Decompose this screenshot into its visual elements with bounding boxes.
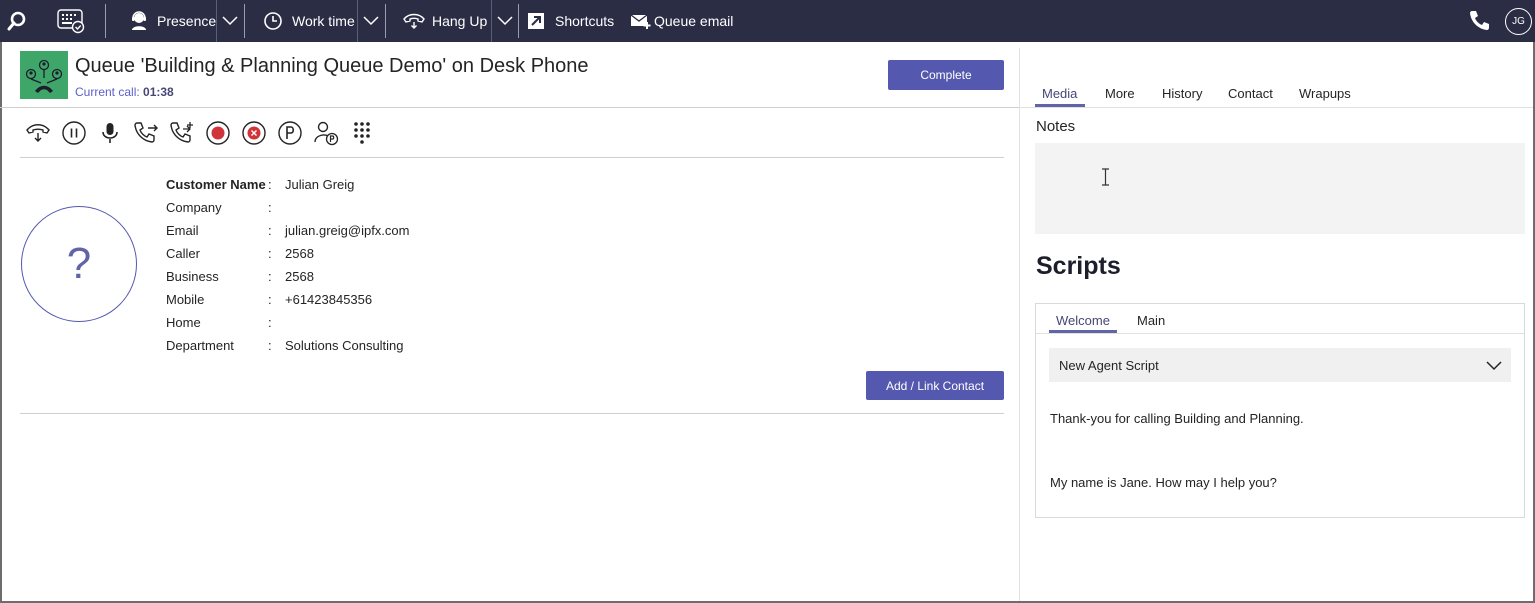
hangup-dropdown-chevron-icon[interactable] bbox=[491, 0, 517, 42]
field-separator: : bbox=[268, 223, 272, 238]
chevron-down-icon bbox=[1486, 359, 1502, 374]
field-value[interactable]: 2568 bbox=[285, 269, 314, 284]
field-value[interactable]: julian.greig@ipfx.com bbox=[285, 223, 409, 238]
tab-main[interactable]: Main bbox=[1137, 313, 1165, 328]
field-label: Department bbox=[166, 338, 234, 353]
presence-button[interactable]: Presence bbox=[130, 0, 216, 42]
field-value: Solutions Consulting bbox=[285, 338, 404, 353]
panel-divider bbox=[1019, 48, 1020, 601]
tab-history[interactable]: History bbox=[1162, 86, 1202, 101]
field-label: Caller bbox=[166, 246, 200, 261]
toolbar-divider bbox=[385, 4, 386, 38]
microphone-icon[interactable] bbox=[97, 120, 123, 146]
worktime-dropdown-chevron-icon[interactable] bbox=[357, 0, 383, 42]
phone-icon[interactable] bbox=[1467, 0, 1491, 42]
transfer-call-icon[interactable] bbox=[133, 120, 159, 146]
shortcuts-label: Shortcuts bbox=[555, 13, 615, 29]
field-separator: : bbox=[268, 246, 272, 261]
user-avatar[interactable]: JG bbox=[1505, 8, 1532, 35]
toolbar-divider bbox=[105, 4, 106, 38]
hold-icon[interactable] bbox=[61, 120, 87, 146]
script-select[interactable]: New Agent Script bbox=[1049, 348, 1511, 382]
worktime-label: Work time bbox=[292, 13, 355, 29]
presence-icon bbox=[130, 11, 148, 31]
scripts-title: Scripts bbox=[1036, 252, 1121, 280]
queue-email-label: Queue email bbox=[654, 13, 734, 29]
field-label: Home bbox=[166, 315, 201, 330]
current-call-line: Current call: 01:38 bbox=[75, 85, 174, 99]
dialpad-icon[interactable] bbox=[349, 120, 375, 146]
tabs-divider bbox=[1020, 107, 1533, 108]
email-add-icon bbox=[630, 12, 652, 30]
field-value[interactable]: +61423845356 bbox=[285, 292, 372, 307]
hangup-button[interactable]: Hang Up bbox=[403, 0, 487, 42]
field-label: Customer Name bbox=[166, 177, 266, 192]
hangup-icon bbox=[403, 12, 425, 30]
complete-button[interactable]: Complete bbox=[888, 60, 1004, 90]
add-link-contact-button[interactable]: Add / Link Contact bbox=[866, 371, 1004, 400]
field-label: Email bbox=[166, 223, 199, 238]
shortcut-arrow-icon bbox=[527, 12, 545, 30]
park-user-icon[interactable] bbox=[313, 120, 339, 146]
script-select-value: New Agent Script bbox=[1059, 357, 1159, 373]
current-call-time: 01:38 bbox=[143, 85, 174, 99]
script-tabs-divider bbox=[1036, 333, 1524, 334]
notes-textarea[interactable] bbox=[1035, 143, 1525, 234]
toolbar-divider bbox=[518, 4, 519, 38]
field-separator: : bbox=[268, 177, 272, 192]
tab-media[interactable]: Media bbox=[1042, 86, 1077, 101]
text-cursor-icon bbox=[1101, 168, 1110, 186]
script-line: Thank-you for calling Building and Plann… bbox=[1050, 411, 1304, 426]
transfer-hangup-icon[interactable] bbox=[25, 120, 51, 146]
worktime-button[interactable]: Work time bbox=[263, 0, 355, 42]
field-value: Julian Greig bbox=[285, 177, 355, 192]
toolbar-divider bbox=[244, 4, 245, 38]
field-separator: : bbox=[268, 338, 272, 353]
stop-record-icon[interactable] bbox=[241, 120, 267, 146]
notes-label: Notes bbox=[1036, 118, 1076, 135]
tab-wrapups[interactable]: Wrapups bbox=[1299, 86, 1351, 101]
contact-divider bbox=[20, 413, 1004, 414]
field-value[interactable]: 2568 bbox=[285, 246, 314, 261]
clock-icon bbox=[263, 11, 283, 31]
field-label: Business bbox=[166, 269, 219, 284]
consult-call-icon[interactable] bbox=[169, 120, 195, 146]
field-label: Company bbox=[166, 200, 222, 215]
tab-welcome[interactable]: Welcome bbox=[1056, 313, 1110, 328]
tab-more[interactable]: More bbox=[1105, 86, 1135, 101]
tab-contact[interactable]: Contact bbox=[1228, 86, 1273, 101]
field-separator: : bbox=[268, 200, 272, 215]
dialpad-status-icon[interactable] bbox=[56, 0, 86, 42]
queue-email-button[interactable]: Queue email bbox=[630, 0, 733, 42]
top-toolbar: Presence Work time Hang Up Shortcuts Que… bbox=[0, 0, 1535, 42]
field-separator: : bbox=[268, 292, 272, 307]
queue-logo bbox=[20, 51, 68, 99]
controls-divider bbox=[20, 157, 1004, 158]
field-separator: : bbox=[268, 315, 272, 330]
search-icon[interactable] bbox=[6, 0, 28, 42]
shortcuts-button[interactable]: Shortcuts bbox=[527, 0, 614, 42]
field-separator: : bbox=[268, 269, 272, 284]
presence-label: Presence bbox=[157, 13, 217, 29]
presence-dropdown-chevron-icon[interactable] bbox=[216, 0, 242, 42]
call-title: Queue 'Building & Planning Queue Demo' o… bbox=[75, 55, 589, 77]
record-icon[interactable] bbox=[205, 120, 231, 146]
header-divider bbox=[0, 107, 1019, 108]
current-call-label: Current call: bbox=[75, 85, 140, 99]
park-icon[interactable] bbox=[277, 120, 303, 146]
hangup-label: Hang Up bbox=[432, 13, 488, 29]
contact-avatar: ? bbox=[21, 206, 137, 322]
field-label: Mobile bbox=[166, 292, 205, 307]
script-line: My name is Jane. How may I help you? bbox=[1050, 475, 1277, 490]
